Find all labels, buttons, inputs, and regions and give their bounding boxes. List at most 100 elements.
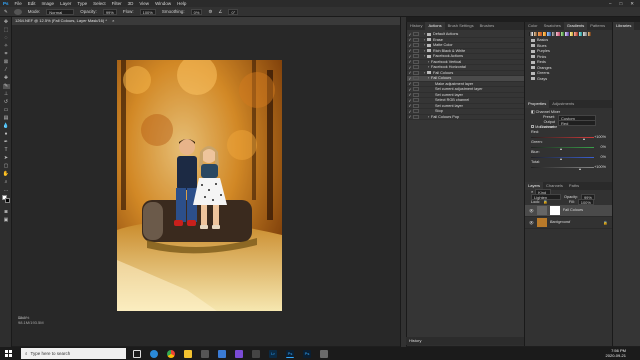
- menu-view[interactable]: View: [139, 1, 149, 6]
- app-icon[interactable]: [235, 349, 243, 358]
- tab-brush-settings[interactable]: Brush Settings: [445, 22, 477, 30]
- pen-tool-icon[interactable]: ✒: [3, 140, 10, 145]
- layer-row[interactable]: 👁 Fall Colours: [525, 204, 612, 217]
- gradient-swatch[interactable]: [551, 32, 555, 36]
- tab-libraries[interactable]: Libraries: [613, 22, 635, 30]
- hand-tool-icon[interactable]: ✋: [3, 172, 10, 177]
- output-select[interactable]: Red: [558, 119, 596, 126]
- brush-tool-icon-active[interactable]: ✎: [2, 84, 10, 89]
- lock-icon[interactable]: 🔒: [543, 200, 548, 205]
- tab-patterns[interactable]: Patterns: [587, 22, 608, 30]
- brush-tool-icon[interactable]: ✎: [4, 9, 8, 15]
- slider-value[interactable]: +100%: [594, 165, 606, 169]
- quick-select-tool-icon[interactable]: ✧: [3, 44, 10, 49]
- zoom-tool-icon[interactable]: ⌕: [3, 180, 10, 185]
- clone-stamp-tool-icon[interactable]: ⊥: [3, 92, 10, 97]
- dialog-toggle[interactable]: [413, 98, 419, 103]
- menu-layer[interactable]: Layer: [60, 1, 71, 6]
- slider-knob[interactable]: [560, 157, 563, 160]
- monochrome-checkbox[interactable]: [531, 124, 534, 128]
- path-select-tool-icon[interactable]: ➤: [3, 156, 10, 161]
- document-tab[interactable]: 1264.NEF @ 12.5% (Fall Colours, Layer Ma…: [12, 17, 400, 25]
- channel-slider[interactable]: +100%: [531, 135, 606, 140]
- app-icon[interactable]: [252, 349, 260, 358]
- frame-tool-icon[interactable]: ⊠: [3, 60, 10, 65]
- slider-track[interactable]: [531, 166, 594, 168]
- app-icon[interactable]: [218, 349, 226, 358]
- taskbar-clock[interactable]: 7:56 PM 2020-09-21: [606, 348, 626, 358]
- dialog-toggle[interactable]: [413, 70, 419, 75]
- gradient-swatch[interactable]: [565, 32, 569, 36]
- tab-color[interactable]: Color: [525, 22, 541, 30]
- channel-slider[interactable]: 0%: [531, 145, 606, 150]
- layer-row[interactable]: 👁 Background 🔒: [525, 217, 612, 229]
- file-explorer-icon[interactable]: [184, 349, 192, 358]
- dialog-toggle[interactable]: [413, 48, 419, 53]
- slider-track[interactable]: [531, 156, 594, 158]
- slider-value[interactable]: 0%: [601, 145, 607, 149]
- dialog-toggle[interactable]: [413, 81, 419, 86]
- slider-track[interactable]: [531, 146, 594, 148]
- type-tool-icon[interactable]: T: [3, 148, 10, 153]
- maximize-icon[interactable]: □: [620, 1, 623, 7]
- dialog-toggle[interactable]: [413, 59, 419, 64]
- marquee-tool-icon[interactable]: ⬚: [3, 28, 10, 33]
- tab-properties[interactable]: Properties: [525, 99, 550, 108]
- dialog-toggle[interactable]: [413, 92, 419, 97]
- brush-preset-picker[interactable]: [13, 8, 22, 15]
- eye-icon[interactable]: 👁: [529, 208, 534, 213]
- menu-3d[interactable]: 3D: [128, 1, 134, 6]
- close-icon[interactable]: ✕: [630, 1, 634, 7]
- slider-knob[interactable]: [582, 137, 585, 140]
- taskbar-search[interactable]: ⌕ Type here to search: [21, 348, 126, 359]
- slider-value[interactable]: 0%: [601, 155, 607, 159]
- photoshop-icon-2[interactable]: Ps: [303, 349, 311, 358]
- eraser-tool-icon[interactable]: ▭: [3, 108, 10, 113]
- menu-window[interactable]: Window: [155, 1, 171, 6]
- opacity-field[interactable]: 99%: [102, 8, 117, 15]
- gradient-folder[interactable]: Grays: [525, 76, 612, 82]
- screen-mode-icon[interactable]: ▣: [3, 218, 10, 223]
- history-collapsed-tab[interactable]: History: [406, 337, 524, 345]
- gradient-swatch[interactable]: [556, 32, 560, 36]
- chrome-icon[interactable]: [167, 349, 175, 358]
- gear-icon[interactable]: ⚙: [208, 9, 212, 15]
- dialog-toggle[interactable]: [413, 114, 419, 119]
- eyedropper-tool-icon[interactable]: ⁄: [3, 68, 10, 73]
- dialog-toggle[interactable]: [413, 43, 419, 48]
- healing-tool-icon[interactable]: ✚: [3, 76, 10, 81]
- menu-edit[interactable]: Edit: [28, 1, 36, 6]
- dialog-toggle[interactable]: [413, 76, 419, 81]
- slider-value[interactable]: +100%: [594, 135, 606, 139]
- gradient-tool-icon[interactable]: ▤: [3, 116, 10, 121]
- dialog-toggle[interactable]: [413, 109, 419, 114]
- angle-field[interactable]: 0°: [228, 8, 239, 15]
- gradient-swatch[interactable]: [587, 32, 591, 36]
- more-tools-icon[interactable]: …: [3, 188, 10, 193]
- tab-swatches[interactable]: Swatches: [541, 22, 564, 30]
- tab-paths[interactable]: Paths: [566, 182, 582, 190]
- slider-knob[interactable]: [579, 167, 581, 170]
- dialog-toggle[interactable]: [413, 65, 419, 70]
- canvas-photo[interactable]: [117, 60, 282, 311]
- edge-icon[interactable]: [150, 349, 158, 358]
- gradient-swatch[interactable]: [569, 32, 573, 36]
- tab-actions[interactable]: Actions: [425, 22, 445, 30]
- minimize-icon[interactable]: –: [609, 1, 612, 7]
- gradient-swatch[interactable]: [547, 32, 551, 36]
- dodge-tool-icon[interactable]: ●: [3, 132, 10, 137]
- fill-field[interactable]: 100%: [577, 199, 594, 205]
- windows-start-icon[interactable]: [5, 350, 12, 357]
- gradient-swatch[interactable]: [574, 32, 578, 36]
- tab-adjustments[interactable]: Adjustments: [549, 100, 577, 108]
- action-row[interactable]: ✓ › Fall Colours Pop: [407, 114, 524, 120]
- gradient-swatch[interactable]: [533, 32, 537, 36]
- photoshop-icon[interactable]: Ps: [286, 349, 294, 358]
- menu-type[interactable]: Type: [77, 1, 87, 6]
- dialog-toggle[interactable]: [413, 37, 419, 42]
- color-swatches[interactable]: [2, 195, 11, 207]
- channel-slider[interactable]: +100%: [531, 165, 606, 170]
- quick-mask-icon[interactable]: ◙: [3, 210, 10, 215]
- settings-app-icon[interactable]: [201, 349, 209, 358]
- crop-tool-icon[interactable]: ⌗: [3, 52, 10, 57]
